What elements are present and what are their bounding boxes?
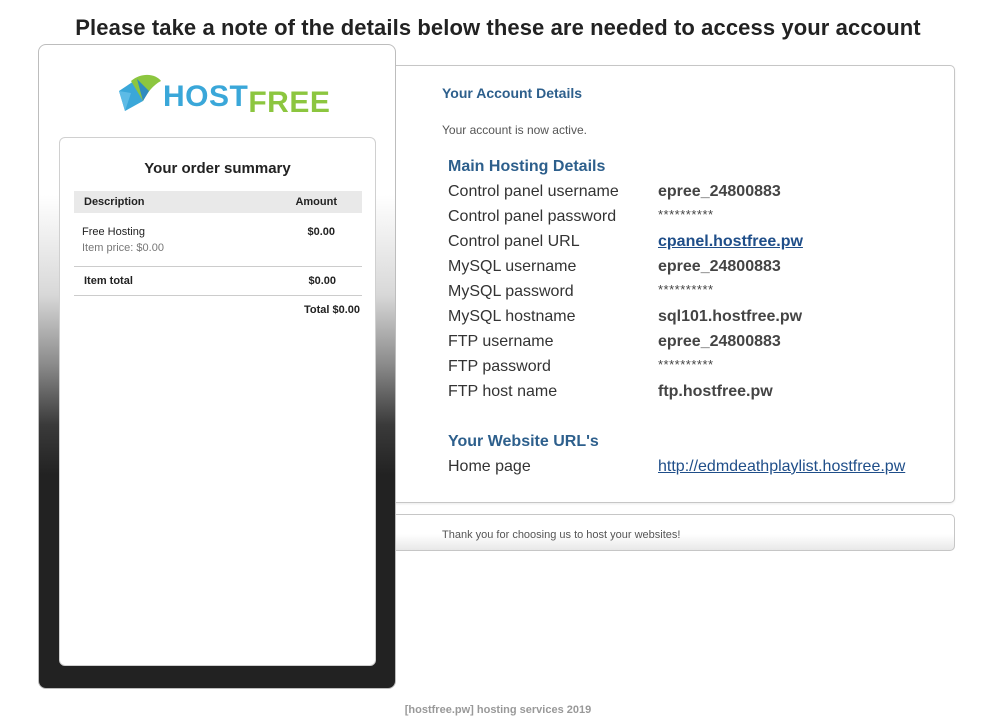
logo-wordmark: HOSTFREE (163, 79, 330, 119)
mysql-username-value: epree_24800883 (658, 258, 781, 275)
order-line-item: Free Hosting Item price: $0.00 $0.00 (74, 226, 362, 266)
line-item-price: Item price: $0.00 (82, 242, 164, 254)
main-hosting-details-heading: Main Hosting Details (448, 158, 606, 175)
page-footer: [hostfree.pw] hosting services 2019 (404, 704, 592, 716)
logo-host-text: HOST (163, 80, 249, 113)
line-item-amount: $0.00 (307, 226, 335, 238)
website-urls-heading: Your Website URL's (448, 433, 599, 450)
cp-password-value: ********** (658, 207, 714, 222)
order-sidebar: HOSTFREE Your order summary Description … (38, 44, 396, 689)
mysql-username-label: MySQL username (448, 258, 577, 275)
divider (74, 295, 362, 296)
ftp-password-label: FTP password (448, 358, 551, 375)
hostfree-leaf-logo-icon (119, 74, 161, 111)
grand-total: Total $0.00 (303, 304, 360, 316)
cp-username-label: Control panel username (448, 183, 619, 200)
page: Please take a note of the details below … (0, 0, 1003, 728)
ftp-username-value: epree_24800883 (658, 333, 781, 350)
cp-url-link[interactable]: cpanel.hostfree.pw (658, 233, 803, 251)
cp-url-label: Control panel URL (448, 233, 580, 250)
item-total-label: Item total (84, 275, 133, 287)
mysql-hostname-value: sql101.hostfree.pw (658, 308, 803, 325)
cp-password-label: Control panel password (448, 208, 617, 225)
thank-you-message: Thank you for choosing us to host your w… (442, 529, 681, 541)
divider (74, 266, 362, 267)
account-details-title: Your Account Details (442, 85, 583, 101)
item-total-amount: $0.00 (308, 275, 336, 287)
ftp-hostname-value: ftp.hostfree.pw (658, 383, 773, 400)
page-headline: Please take a note of the details below … (75, 15, 921, 40)
hostfree-logo[interactable]: HOSTFREE (113, 71, 330, 119)
mysql-hostname-label: MySQL hostname (448, 308, 576, 325)
mysql-password-label: MySQL password (448, 283, 574, 300)
description-column-header: Description (84, 196, 145, 208)
order-table-header: Description Amount (74, 191, 362, 213)
home-page-link[interactable]: http://edmdeathplaylist.hostfree.pw (658, 458, 905, 476)
account-details-panel: Your Account Details Your account is now… (386, 65, 955, 503)
thank-you-panel: Thank you for choosing us to host your w… (386, 514, 955, 551)
item-total-row: Item total $0.00 (74, 275, 362, 295)
ftp-password-value: ********** (658, 357, 714, 372)
amount-column-header: Amount (295, 196, 337, 208)
home-page-label: Home page (448, 458, 531, 475)
cp-username-value: epree_24800883 (658, 183, 781, 200)
logo-free-text: FREE (248, 86, 331, 119)
line-item-name: Free Hosting (82, 226, 145, 238)
order-summary-card: Your order summary Description Amount Fr… (59, 137, 376, 666)
account-status-text: Your account is now active. (442, 123, 587, 137)
ftp-hostname-label: FTP host name (448, 383, 558, 400)
order-summary-title: Your order summary (144, 160, 291, 177)
ftp-username-label: FTP username (448, 333, 554, 350)
mysql-password-value: ********** (658, 282, 714, 297)
